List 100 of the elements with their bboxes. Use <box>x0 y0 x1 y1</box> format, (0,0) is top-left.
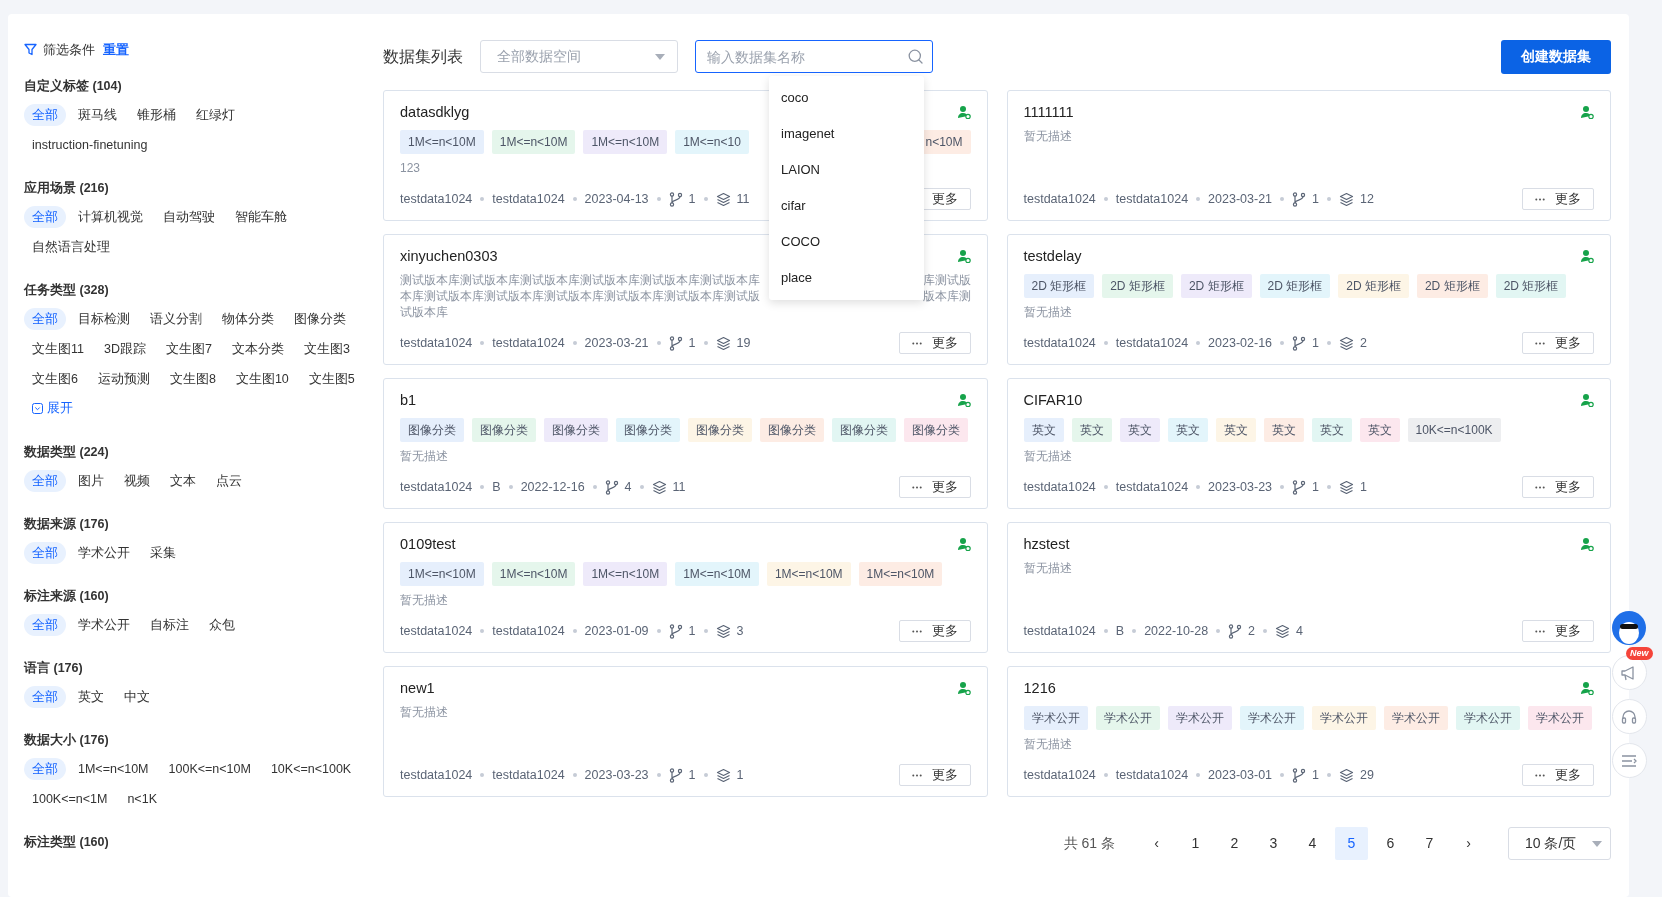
prev-page-button[interactable]: ‹ <box>1140 827 1173 860</box>
suggestion-item[interactable]: coco <box>769 80 924 116</box>
create-dataset-button[interactable]: 创建数据集 <box>1501 39 1611 74</box>
filter-option[interactable]: 全部 <box>24 757 66 780</box>
dataset-name[interactable]: xinyuchen0303 <box>400 246 498 266</box>
filter-option[interactable]: 视频 <box>116 469 158 492</box>
more-button[interactable]: 更多 <box>898 332 971 354</box>
filter-option[interactable]: 自标注 <box>142 613 197 636</box>
mascot-avatar-icon[interactable] <box>1611 610 1647 646</box>
filter-option[interactable]: 全部 <box>24 469 66 492</box>
filter-option[interactable]: 语义分割 <box>142 307 210 330</box>
announcement-button[interactable] <box>1611 655 1647 690</box>
filter-option[interactable]: 文本分类 <box>223 337 292 360</box>
filter-option[interactable]: 全部 <box>24 541 66 564</box>
dataset-description: 暂无描述 <box>1023 736 1072 752</box>
dataset-card[interactable]: 1216 学术公开 学术公开 学术公开 学术公开 学术公开 学术公开 学术公开 学术公开 暂无描述 testdata1024 testdata1024 2023-03-01 1 29 更多 <box>1006 666 1611 797</box>
more-button[interactable]: 更多 <box>898 476 971 498</box>
filter-option[interactable]: 1M<=n<10M <box>70 757 157 780</box>
dataset-name[interactable]: CIFAR10 <box>1023 390 1083 410</box>
filter-option[interactable]: 文生图10 <box>227 367 297 390</box>
filter-option[interactable]: 全部 <box>24 103 66 126</box>
filter-option[interactable]: 文生图3 <box>295 337 358 360</box>
filter-option[interactable]: 全部 <box>24 205 66 228</box>
filter-option[interactable]: 全部 <box>24 307 66 330</box>
dataset-name[interactable]: new1 <box>400 678 435 698</box>
meta-text: testdata1024 <box>1115 334 1189 352</box>
expand-link[interactable]: 展开 <box>24 397 81 420</box>
filter-option[interactable]: n<1K <box>119 787 165 810</box>
more-button[interactable]: 更多 <box>1522 188 1594 210</box>
page-button[interactable]: 4 <box>1296 827 1329 860</box>
filter-option[interactable]: 中文 <box>116 685 158 708</box>
filter-option[interactable]: 文生图6 <box>24 367 86 390</box>
filter-option[interactable]: 自然语言处理 <box>24 235 118 258</box>
dataset-name[interactable]: testdelay <box>1023 246 1082 266</box>
suggestion-item[interactable]: imagenet <box>769 116 924 152</box>
dataset-name[interactable]: 0109test <box>400 534 456 554</box>
filter-option[interactable]: 采集 <box>142 541 184 564</box>
menu-button[interactable] <box>1611 743 1647 778</box>
dataset-card[interactable]: 0109test 1M<=n<10M 1M<=n<10M 1M<=n<10M 1M<=n<10M 1M<=n<10M 1M<=n<10M 暂无描述 testdata1024 testdata1024 2023-01-09 1 3 更多 <box>383 522 988 653</box>
suggestion-item[interactable]: LAION <box>769 152 924 188</box>
dataset-name[interactable]: hzstest <box>1023 534 1070 554</box>
dataset-card[interactable]: hzstest 暂无描述 testdata1024 B 2022-10-28 2 4 更多 <box>1006 522 1611 653</box>
filter-option[interactable]: 点云 <box>208 469 250 492</box>
suggestion-item[interactable]: place <box>769 260 924 296</box>
dataset-card[interactable]: 1111111 暂无描述 testdata1024 testdata1024 2023-03-21 1 12 更多 <box>1006 90 1611 221</box>
filter-option[interactable]: 智能车舱 <box>227 205 295 228</box>
page-button[interactable]: 7 <box>1413 827 1446 860</box>
filter-option[interactable]: 文生图7 <box>157 337 220 360</box>
filter-option[interactable]: 图片 <box>70 469 112 492</box>
more-button[interactable]: 更多 <box>1522 764 1594 786</box>
page-button[interactable]: 3 <box>1257 827 1290 860</box>
more-button[interactable]: 更多 <box>898 764 971 786</box>
dataset-card[interactable]: new1 暂无描述 testdata1024 testdata1024 2023-03-23 1 1 更多 <box>383 666 988 797</box>
more-button[interactable]: 更多 <box>1522 620 1594 642</box>
next-page-button[interactable]: › <box>1452 827 1485 860</box>
filter-option[interactable]: instruction-finetuning <box>24 133 156 156</box>
filter-option[interactable]: 文生图11 <box>24 337 92 360</box>
filter-option[interactable]: 文本 <box>162 469 204 492</box>
filter-option[interactable]: 计算机视觉 <box>70 205 151 228</box>
filter-option[interactable]: 运动预测 <box>89 367 158 390</box>
reset-link[interactable]: 重置 <box>103 40 129 60</box>
filter-option[interactable]: 学术公开 <box>70 541 138 564</box>
dataset-name[interactable]: 1216 <box>1023 678 1056 698</box>
tag: 2D 矩形框 <box>1180 274 1252 298</box>
filter-option[interactable]: 全部 <box>24 613 66 636</box>
filter-option[interactable]: 学术公开 <box>70 613 138 636</box>
filter-option[interactable]: 众包 <box>201 613 243 636</box>
page-button[interactable]: 2 <box>1218 827 1251 860</box>
suggestion-item[interactable]: cifar <box>769 188 924 224</box>
filter-option[interactable]: 自动驾驶 <box>155 205 223 228</box>
filter-option[interactable]: 图像分类 <box>286 307 354 330</box>
page-button[interactable]: 5 <box>1335 827 1368 860</box>
filter-option[interactable]: 文生图8 <box>161 367 224 390</box>
filter-option[interactable]: 斑马线 <box>70 103 125 126</box>
search-field[interactable]: 输入数据集名称 <box>695 40 933 73</box>
filter-option[interactable]: 全部 <box>24 685 66 708</box>
page-button[interactable]: 1 <box>1179 827 1212 860</box>
dataset-name[interactable]: b1 <box>400 390 417 410</box>
filter-option[interactable]: 3D跟踪 <box>96 337 154 360</box>
filter-option[interactable]: 100K<=n<1M <box>24 787 116 810</box>
filter-option[interactable]: 目标检测 <box>70 307 138 330</box>
filter-option[interactable]: 100K<=n<10M <box>160 757 259 780</box>
page-button[interactable]: 6 <box>1374 827 1407 860</box>
suggestion-item[interactable]: COCO <box>769 224 924 260</box>
dataset-name[interactable]: datasdklyg <box>400 102 470 122</box>
filter-option[interactable]: 锥形桶 <box>129 103 184 126</box>
filter-option[interactable]: 物体分类 <box>214 307 282 330</box>
filter-option[interactable]: 红绿灯 <box>188 103 243 126</box>
support-button[interactable] <box>1611 699 1647 734</box>
more-button[interactable]: 更多 <box>1522 332 1594 354</box>
filter-option[interactable]: 10K<=n<100K <box>262 757 360 780</box>
filter-option[interactable]: 文生图5 <box>300 367 363 390</box>
page-size-select[interactable]: 10 条/页 <box>1508 827 1611 860</box>
dataset-name[interactable]: 1111111 <box>1023 102 1074 122</box>
more-button[interactable]: 更多 <box>1522 476 1594 498</box>
filter-option[interactable]: 英文 <box>70 685 112 708</box>
more-button[interactable]: 更多 <box>898 620 971 642</box>
dataset-card[interactable]: CIFAR10 英文 英文 英文 英文 英文 英文 英文 英文 10K<=n<100K 暂无描述 testdata1024 testdata1024 2023-03-23 1 1 更多 <box>1006 378 1611 509</box>
dataset-card[interactable]: b1 图像分类 图像分类 图像分类 图像分类 图像分类 图像分类 图像分类 图像分类 暂无描述 testdata1024 B 2022-12-16 4 11 更多 <box>383 378 988 509</box>
dataset-card[interactable]: testdelay 2D 矩形框 2D 矩形框 2D 矩形框 2D 矩形框 2D 矩形框 2D 矩形框 2D 矩形框 暂无描述 testdata1024 testdata1024 2023-02-16 1 2 更多 <box>1006 234 1611 365</box>
